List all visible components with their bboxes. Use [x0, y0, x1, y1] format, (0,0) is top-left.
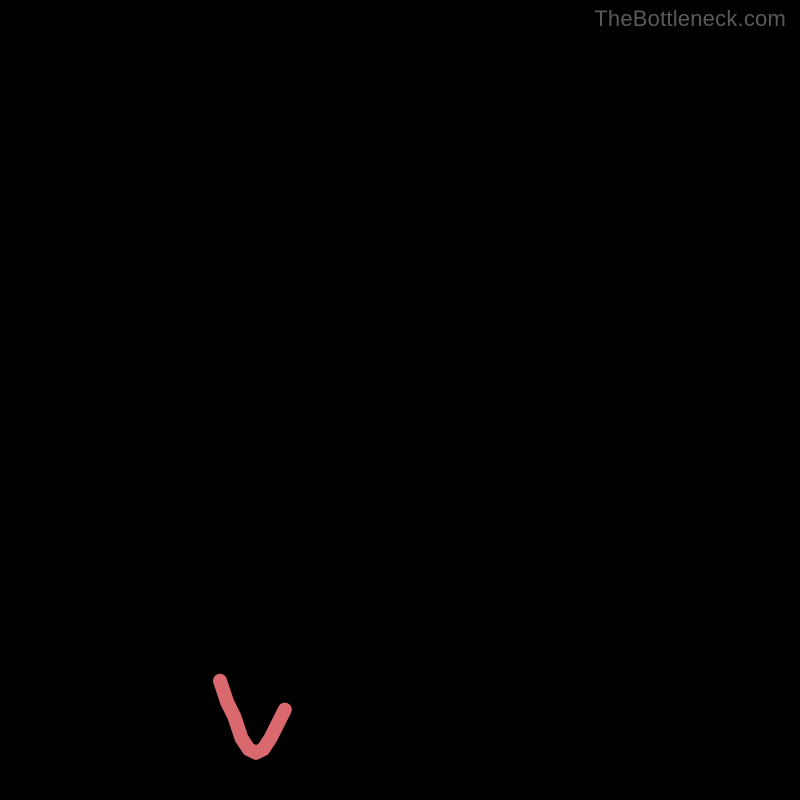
plot-area	[40, 40, 760, 760]
curve-layer	[40, 40, 760, 760]
highlight-segment	[220, 681, 285, 753]
bottleneck-curve	[54, 40, 760, 753]
watermark-label: TheBottleneck.com	[594, 6, 786, 32]
chart-frame: TheBottleneck.com	[0, 0, 800, 800]
